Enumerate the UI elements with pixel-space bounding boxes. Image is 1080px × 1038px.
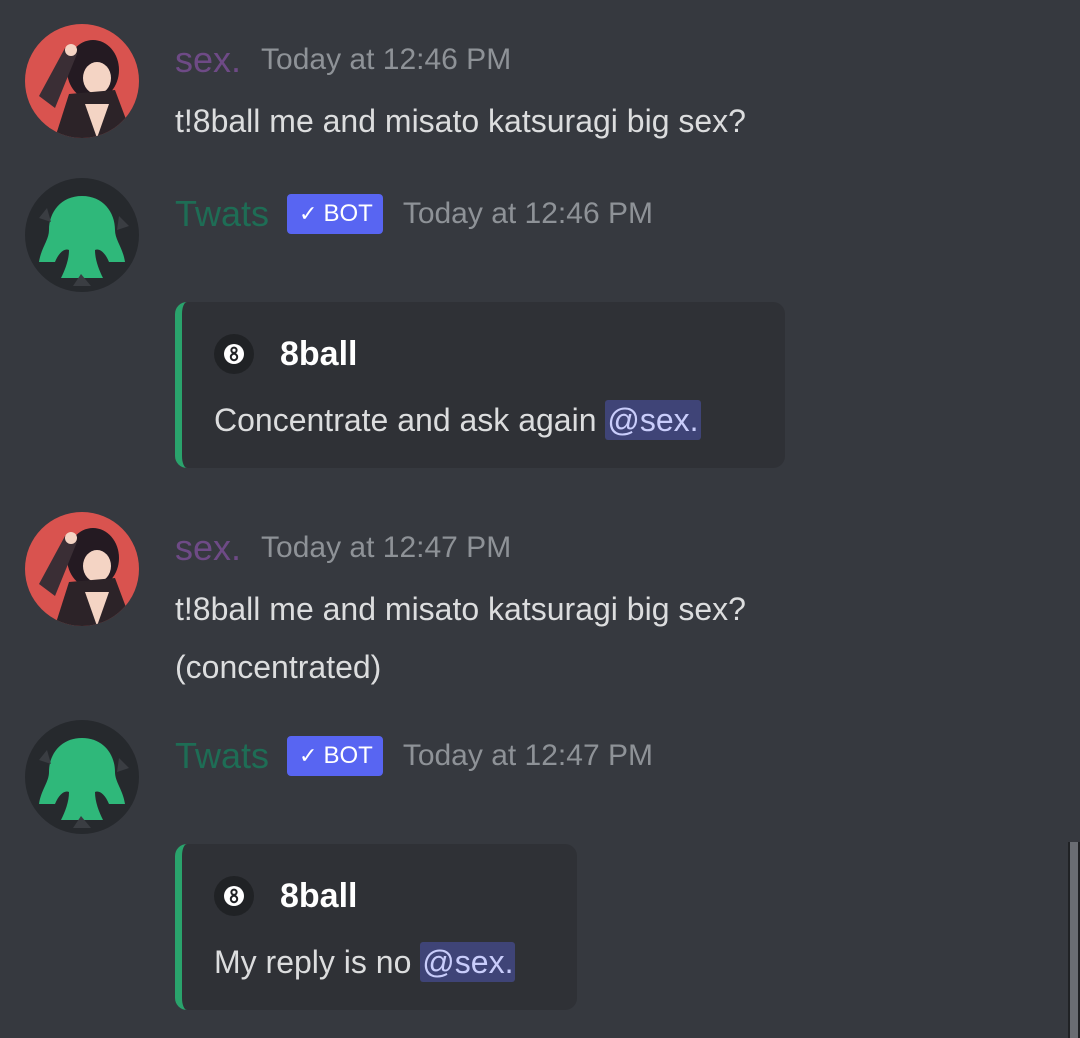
message-timestamp: Today at 12:47 PM bbox=[261, 531, 512, 564]
bot-avatar[interactable] bbox=[25, 720, 139, 834]
author-name[interactable]: sex. bbox=[175, 36, 241, 84]
author-name[interactable]: Twats bbox=[175, 732, 269, 780]
message-timestamp: Today at 12:46 PM bbox=[261, 43, 512, 76]
bot-tag: ✓ BOT bbox=[287, 736, 383, 776]
embed-description: My reply is no @sex. bbox=[214, 936, 516, 988]
bot-avatar[interactable] bbox=[25, 178, 139, 292]
embed-author-name: 8ball bbox=[280, 334, 358, 373]
message-header: sex. Today at 12:46 PM bbox=[175, 36, 511, 84]
message-header: Twats ✓ BOT Today at 12:46 PM bbox=[175, 190, 653, 238]
embed-description-text: Concentrate and ask again bbox=[214, 402, 597, 438]
message-timestamp: Today at 12:47 PM bbox=[402, 739, 653, 772]
checkmark-icon: ✓ bbox=[299, 743, 318, 768]
checkmark-icon: ✓ bbox=[299, 201, 318, 226]
embed-card: 8ball Concentrate and ask again @sex. bbox=[175, 302, 785, 468]
embed-author: 8ball bbox=[214, 874, 357, 918]
chat-view: sex. Today at 12:46 PM t!8ball me and mi… bbox=[0, 0, 1080, 1038]
bot-tag: ✓ BOT bbox=[287, 194, 383, 234]
message-header: sex. Today at 12:47 PM bbox=[175, 524, 511, 572]
user-mention[interactable]: @sex. bbox=[605, 400, 701, 440]
embed-description: Concentrate and ask again @sex. bbox=[214, 394, 701, 446]
bot-tag-label: BOT bbox=[323, 742, 373, 769]
author-name[interactable]: sex. bbox=[175, 524, 241, 572]
user-avatar[interactable] bbox=[25, 512, 139, 626]
message-content: t!8ball me and misato katsuragi big sex? bbox=[175, 92, 746, 150]
message-content: t!8ball me and misato katsuragi big sex?… bbox=[175, 580, 746, 696]
scrollbar-thumb[interactable] bbox=[1070, 842, 1078, 1038]
message-text-line: (concentrated) bbox=[175, 649, 382, 685]
user-avatar[interactable] bbox=[25, 24, 139, 138]
message-timestamp: Today at 12:46 PM bbox=[402, 197, 653, 230]
message-text-line: t!8ball me and misato katsuragi big sex? bbox=[175, 591, 746, 627]
embed-description-text: My reply is no bbox=[214, 944, 412, 980]
message-header: Twats ✓ BOT Today at 12:47 PM bbox=[175, 732, 653, 780]
bot-tag-label: BOT bbox=[323, 200, 373, 227]
embed-author-name: 8ball bbox=[280, 876, 358, 915]
embed-author: 8ball bbox=[214, 332, 357, 376]
message-text-line: t!8ball me and misato katsuragi big sex? bbox=[175, 103, 746, 139]
eight-ball-icon bbox=[214, 876, 254, 916]
embed-card: 8ball My reply is no @sex. bbox=[175, 844, 577, 1010]
user-mention[interactable]: @sex. bbox=[420, 942, 516, 982]
author-name[interactable]: Twats bbox=[175, 190, 269, 238]
eight-ball-icon bbox=[214, 334, 254, 374]
